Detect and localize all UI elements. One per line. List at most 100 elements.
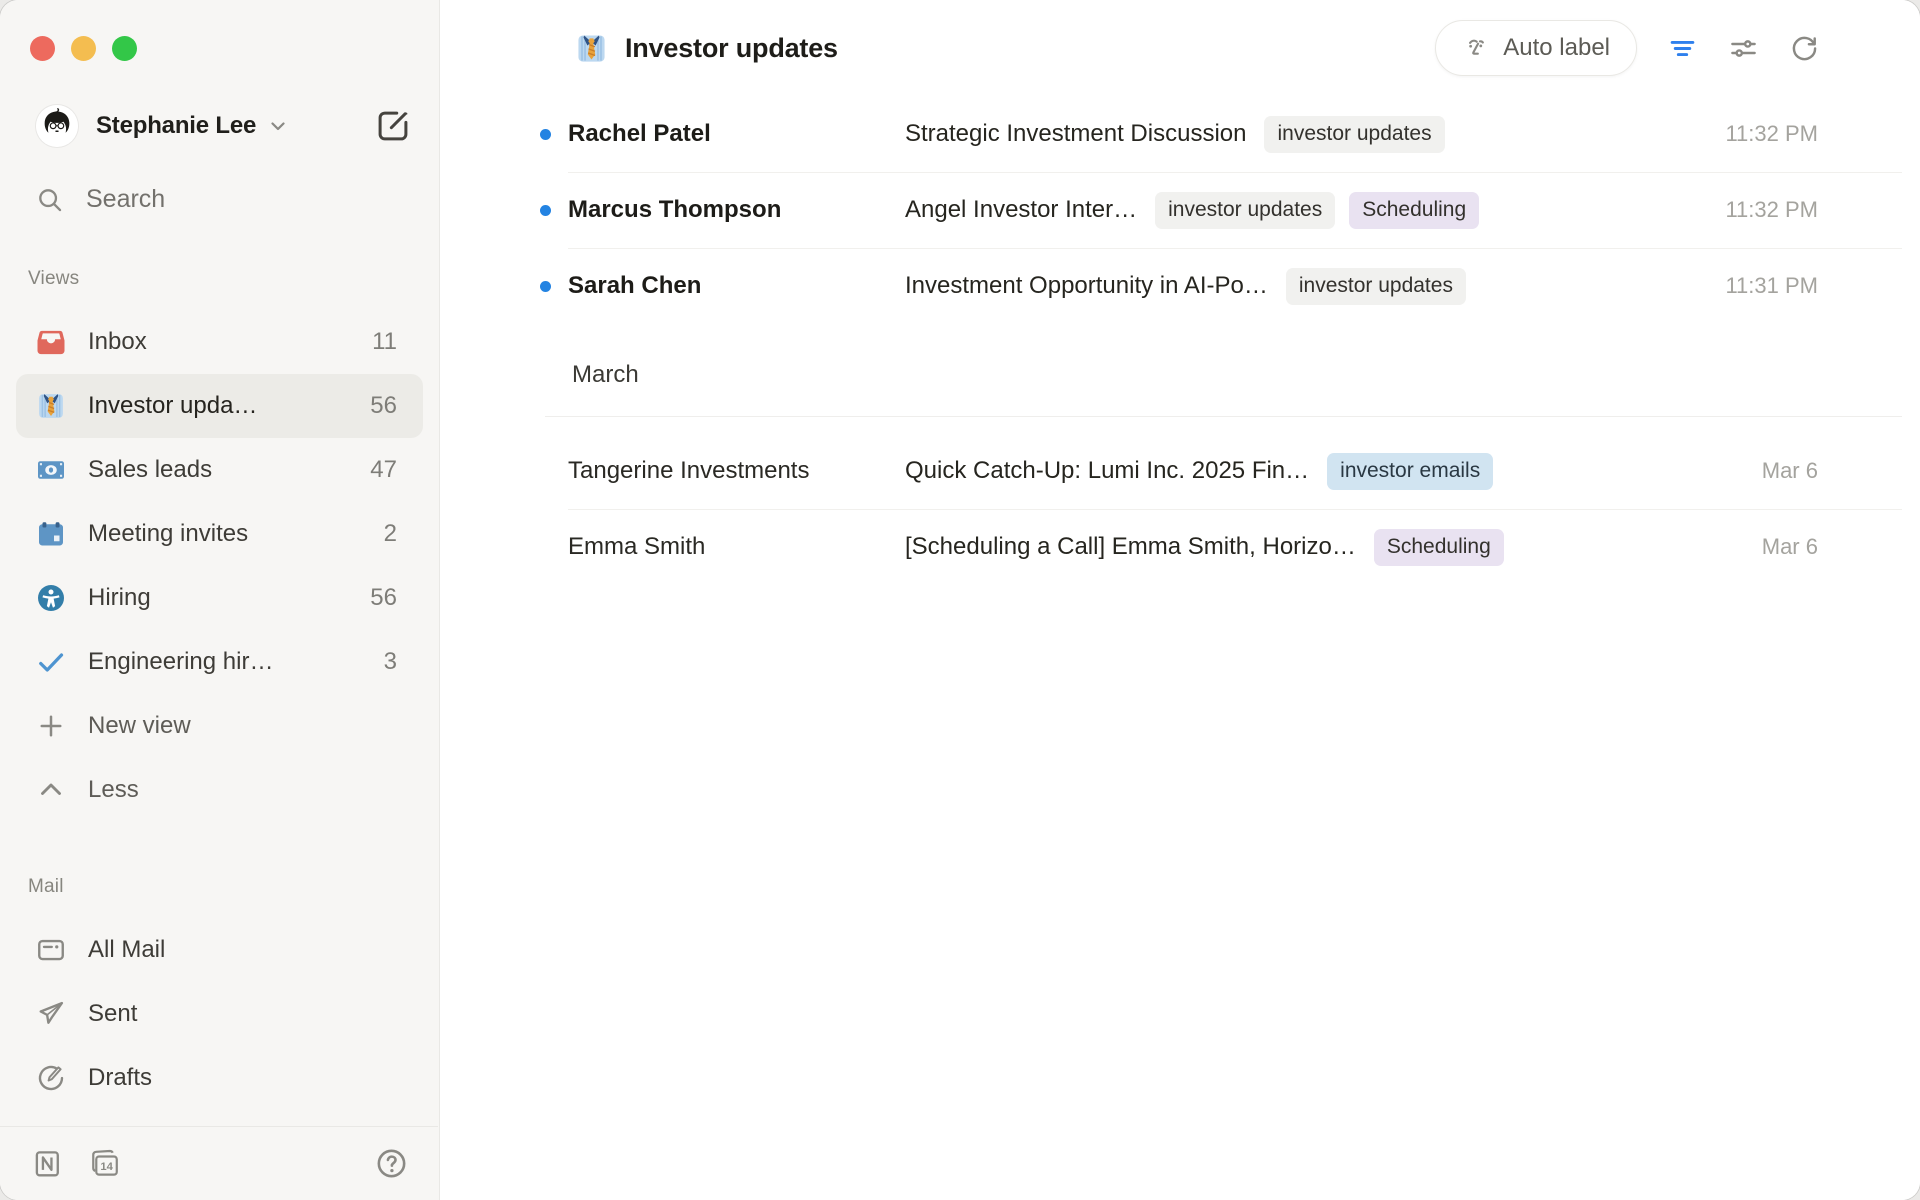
sidebar-item-sales-leads[interactable]: Sales leads 47 [16,438,423,502]
app-window: Stephanie Lee Search Views Inbox 11 [0,0,1920,1200]
sidebar-item-label: Inbox [88,328,147,356]
sidebar-item-meeting-invites[interactable]: Meeting invites 2 [16,502,423,566]
sidebar-item-less[interactable]: Less [16,758,423,822]
check-icon [36,647,66,677]
label-tag[interactable]: Scheduling [1374,529,1504,566]
sidebar-item-label: Hiring [88,584,151,612]
avatar [36,105,78,147]
views-list: Inbox 11 Investor upda… 56 Sales leads 4… [0,310,439,822]
sidebar-item-count: 56 [370,392,397,420]
plus-icon [36,711,66,741]
notion-calendar-icon[interactable]: 14 [89,1147,122,1180]
sidebar-item-count: 3 [384,648,397,676]
sidebar-item-label: All Mail [88,936,165,964]
zoom-button[interactable] [112,36,137,61]
person-icon [36,583,66,613]
inbox-icon [36,327,66,357]
sidebar-item-label: Investor upda… [88,392,257,420]
email-time: Mar 6 [1706,534,1818,560]
header-controls: Auto label [1435,20,1820,76]
help-icon[interactable] [375,1147,408,1180]
sidebar-item-count: 11 [372,328,397,356]
mail-list: All Mail Sent Drafts [0,918,439,1110]
email-sender: Tangerine Investments [568,457,905,485]
sidebar-item-count: 56 [370,584,397,612]
label-tag[interactable]: investor emails [1327,453,1493,490]
label-tag[interactable]: investor updates [1286,268,1466,305]
main-panel: Investor updates Auto label Rachel Patel… [440,0,1920,1200]
sidebar-item-engineering-hir[interactable]: Engineering hir… 3 [16,630,423,694]
sidebar-item-label: Meeting invites [88,520,248,548]
email-tags: investor updates [1264,116,1444,153]
sidebar: Stephanie Lee Search Views Inbox 11 [0,0,440,1200]
necktie-icon [575,32,608,65]
sidebar-item-label: Sent [88,1000,137,1028]
label-tag[interactable]: investor updates [1155,192,1335,229]
email-time: 11:31 PM [1706,273,1818,299]
view-title-text: Investor updates [625,33,838,64]
calendar-icon [36,519,66,549]
chevron-down-icon [266,114,290,138]
sidebar-item-hiring[interactable]: Hiring 56 [16,566,423,630]
email-row[interactable]: Rachel Patel Strategic Investment Discus… [440,96,1920,172]
auto-label-button[interactable]: Auto label [1435,20,1637,76]
chevron-up-icon [36,775,66,805]
sidebar-item-sent[interactable]: Sent [16,982,423,1046]
sidebar-item-drafts[interactable]: Drafts [16,1046,423,1110]
email-tags: investor updates [1286,268,1466,305]
face-icon [1462,34,1490,62]
email-sender: Marcus Thompson [568,196,905,224]
sidebar-item-inbox[interactable]: Inbox 11 [16,310,423,374]
email-subject: [Scheduling a Call] Emma Smith, Horizo… [905,533,1356,561]
section-label-mail: Mail [28,876,439,898]
email-time: 11:32 PM [1706,121,1818,147]
email-time: 11:32 PM [1706,197,1818,223]
necktie-icon [36,391,66,421]
search-button[interactable]: Search [36,185,411,214]
sidebar-item-label: Sales leads [88,456,212,484]
email-tags: Scheduling [1374,529,1504,566]
filter-icon[interactable] [1667,33,1698,64]
view-header: Investor updates Auto label [440,0,1920,96]
email-time: Mar 6 [1706,458,1818,484]
email-row[interactable]: Emma Smith [Scheduling a Call] Emma Smit… [440,509,1920,585]
email-list: Rachel Patel Strategic Investment Discus… [440,96,1920,585]
email-group: Rachel Patel Strategic Investment Discus… [440,96,1920,324]
search-icon [36,186,64,214]
sidebar-item-label: Drafts [88,1064,152,1092]
notion-logo-icon[interactable] [30,1147,63,1180]
minimize-button[interactable] [71,36,96,61]
label-tag[interactable]: Scheduling [1349,192,1479,229]
sidebar-footer: 14 [0,1126,438,1200]
email-row[interactable]: Marcus Thompson Angel Investor Inter… in… [440,172,1920,248]
sidebar-item-label: Engineering hir… [88,648,273,676]
email-subject: Strategic Investment Discussion [905,120,1246,148]
unread-dot [540,281,551,292]
sidebar-item-label: Less [88,776,139,804]
close-button[interactable] [30,36,55,61]
draft-icon [36,1063,66,1093]
email-sender: Sarah Chen [568,272,905,300]
email-subject: Investment Opportunity in AI-Po… [905,272,1268,300]
banknote-icon [36,455,66,485]
refresh-icon[interactable] [1789,33,1820,64]
group-heading: March [440,361,1920,389]
unread-dot [540,129,551,140]
email-row[interactable]: Tangerine Investments Quick Catch-Up: Lu… [440,433,1920,509]
send-icon [36,999,66,1029]
sidebar-item-investor-upda[interactable]: Investor upda… 56 [16,374,423,438]
sidebar-item-count: 47 [370,456,397,484]
sidebar-item-new-view[interactable]: New view [16,694,423,758]
email-subject: Quick Catch-Up: Lumi Inc. 2025 Fin… [905,457,1309,485]
sidebar-item-label: New view [88,712,191,740]
compose-button[interactable] [375,108,411,144]
email-row[interactable]: Sarah Chen Investment Opportunity in AI-… [440,248,1920,324]
email-sender: Rachel Patel [568,120,905,148]
envelope-icon [36,935,66,965]
account-switcher[interactable]: Stephanie Lee [36,105,411,147]
window-controls [0,0,439,61]
sidebar-item-all-mail[interactable]: All Mail [16,918,423,982]
search-label: Search [86,185,165,214]
display-settings-icon[interactable] [1728,33,1759,64]
label-tag[interactable]: investor updates [1264,116,1444,153]
